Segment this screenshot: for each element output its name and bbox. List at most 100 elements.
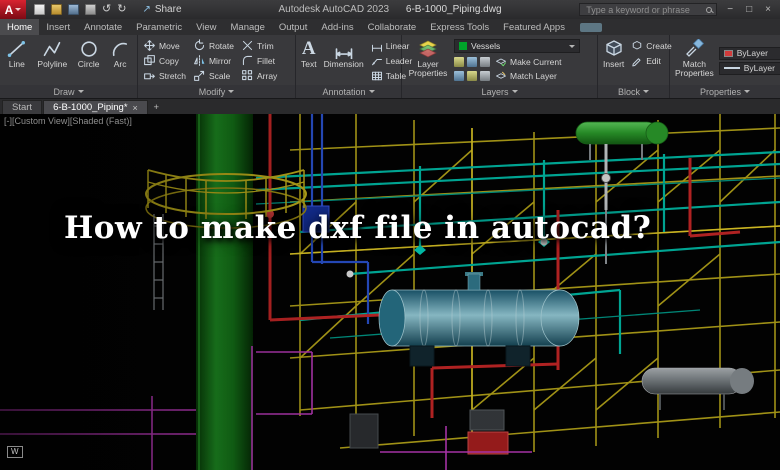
fillet-tool[interactable]: Fillet xyxy=(239,53,279,68)
linetype-control[interactable]: ByLayer xyxy=(718,61,780,75)
search-input[interactable] xyxy=(584,3,703,16)
maximize-button[interactable]: □ xyxy=(743,4,755,15)
quick-access-toolbar: ↺ ↻ xyxy=(26,4,134,15)
open-file-icon[interactable] xyxy=(51,4,62,15)
properties-panel-label[interactable]: Properties xyxy=(670,85,780,98)
tab-manage[interactable]: Manage xyxy=(224,19,272,35)
chevron-down-icon xyxy=(569,44,575,48)
app-logo-button[interactable]: A xyxy=(0,0,26,19)
line-icon xyxy=(7,41,25,57)
arc-label: Arc xyxy=(113,59,127,69)
app-title: Autodesk AutoCAD 2023 xyxy=(278,4,390,15)
redo-icon[interactable]: ↻ xyxy=(117,4,126,15)
array-tool[interactable]: Array xyxy=(239,68,279,83)
match-properties-tool[interactable]: Match Properties xyxy=(673,38,716,85)
rotate-tool[interactable]: Rotate xyxy=(191,38,236,53)
annotation-panel-label[interactable]: Annotation xyxy=(296,85,401,98)
insert-block-tool[interactable]: Insert xyxy=(601,38,626,85)
mirror-tool[interactable]: Mirror xyxy=(191,53,236,68)
create-block-tool[interactable]: Create xyxy=(629,38,674,53)
dimension-icon xyxy=(335,48,352,59)
circle-label: Circle xyxy=(77,59,100,69)
panel-block: Insert Create Edit Block xyxy=(598,35,672,98)
titlebar: A ↺ ↻ ↗ Share Autodesk AutoCAD 2023 6-B-… xyxy=(0,0,780,19)
titlebar-right: − □ × xyxy=(579,3,780,16)
make-current-tool[interactable]: Make Current xyxy=(493,55,564,70)
panel-modify: Move Copy Stretch Rotate Mirror Scale Tr… xyxy=(138,35,296,98)
layer-state-icon[interactable] xyxy=(480,57,490,67)
color-swatch xyxy=(723,49,733,57)
scale-icon xyxy=(194,70,205,81)
tab-add-ins[interactable]: Add-ins xyxy=(314,19,360,35)
save-icon[interactable] xyxy=(68,4,79,15)
color-control[interactable]: ByLayer xyxy=(718,46,780,60)
close-button[interactable]: × xyxy=(762,4,774,15)
text-icon: A xyxy=(301,38,316,59)
close-tab-icon[interactable]: × xyxy=(133,103,138,113)
arc-tool[interactable]: Arc xyxy=(108,38,132,85)
tab-home[interactable]: Home xyxy=(0,19,40,35)
viewport-controls[interactable]: [-][Custom View][Shaded (Fast)] xyxy=(4,116,132,126)
search-icon[interactable] xyxy=(706,6,713,13)
new-file-icon[interactable] xyxy=(34,4,45,15)
layer-state-icon[interactable] xyxy=(467,57,477,67)
polyline-tool[interactable]: Polyline xyxy=(35,38,69,85)
share-button[interactable]: ↗ Share xyxy=(134,4,189,15)
tab-document[interactable]: 6-B-1000_Piping* × xyxy=(43,100,148,114)
circle-tool[interactable]: Circle xyxy=(76,38,102,85)
copy-tool[interactable]: Copy xyxy=(141,53,188,68)
layers-panel-label[interactable]: Layers xyxy=(402,85,597,98)
tab-collaborate[interactable]: Collaborate xyxy=(361,19,424,35)
layer-properties-tool[interactable]: Layer Properties xyxy=(405,38,451,85)
panel-dropdown-icon xyxy=(643,90,649,93)
layer-state-icon[interactable] xyxy=(467,71,477,81)
tab-view[interactable]: View xyxy=(189,19,223,35)
scale-tool[interactable]: Scale xyxy=(191,68,236,83)
undo-icon[interactable]: ↺ xyxy=(102,4,111,15)
layer-state-icon[interactable] xyxy=(454,71,464,81)
circle-icon xyxy=(80,41,97,57)
green-column xyxy=(145,114,307,470)
line-tool[interactable]: Line xyxy=(5,38,29,85)
magenta-lines xyxy=(0,346,532,470)
match-layer-tool[interactable]: Match Layer xyxy=(493,69,559,84)
plot-icon[interactable] xyxy=(85,4,96,15)
app-menu-caret-icon xyxy=(15,8,22,11)
move-tool[interactable]: Move xyxy=(141,38,188,53)
match-layer-icon xyxy=(496,71,506,79)
text-tool[interactable]: A Text xyxy=(299,38,319,85)
panel-dropdown-icon xyxy=(368,90,375,93)
dimension-tool[interactable]: Dimension xyxy=(322,38,366,85)
tab-start[interactable]: Start xyxy=(2,100,43,114)
copy-icon xyxy=(144,55,155,66)
tab-annotate[interactable]: Annotate xyxy=(77,19,129,35)
ucs-indicator: W xyxy=(7,446,23,458)
trim-tool[interactable]: Trim xyxy=(239,38,279,53)
stretch-tool[interactable]: Stretch xyxy=(141,68,188,83)
tab-featured-apps[interactable]: Featured Apps xyxy=(496,19,572,35)
drawing-canvas[interactable]: [-][Custom View][Shaded (Fast)] W How to… xyxy=(0,114,780,470)
line-label: Line xyxy=(8,59,25,69)
panel-dropdown-icon xyxy=(77,90,84,93)
layer-state-icon[interactable] xyxy=(454,57,464,67)
block-panel-label[interactable]: Block xyxy=(598,85,669,98)
leader-icon xyxy=(371,58,382,65)
layer-state-icon[interactable] xyxy=(480,71,490,81)
edit-block-icon xyxy=(632,57,641,66)
create-block-icon xyxy=(633,40,642,49)
minimize-button[interactable]: − xyxy=(724,4,736,15)
layer-dropdown[interactable]: Vessels xyxy=(454,39,580,53)
draw-panel-label[interactable]: Draw xyxy=(0,85,137,98)
polyline-icon xyxy=(43,41,61,57)
tab-express-tools[interactable]: Express Tools xyxy=(423,19,496,35)
modify-panel-label[interactable]: Modify xyxy=(138,85,295,98)
new-tab-button[interactable]: + xyxy=(149,100,164,114)
polyline-label: Polyline xyxy=(37,59,68,69)
edit-block-tool[interactable]: Edit xyxy=(629,53,674,68)
fillet-icon xyxy=(242,55,253,66)
ribbon-extra-button[interactable] xyxy=(579,22,602,32)
tab-parametric[interactable]: Parametric xyxy=(129,19,189,35)
tab-output[interactable]: Output xyxy=(272,19,315,35)
overlay-title: How to make dxf file in autocad? xyxy=(64,210,652,246)
tab-insert[interactable]: Insert xyxy=(39,19,77,35)
